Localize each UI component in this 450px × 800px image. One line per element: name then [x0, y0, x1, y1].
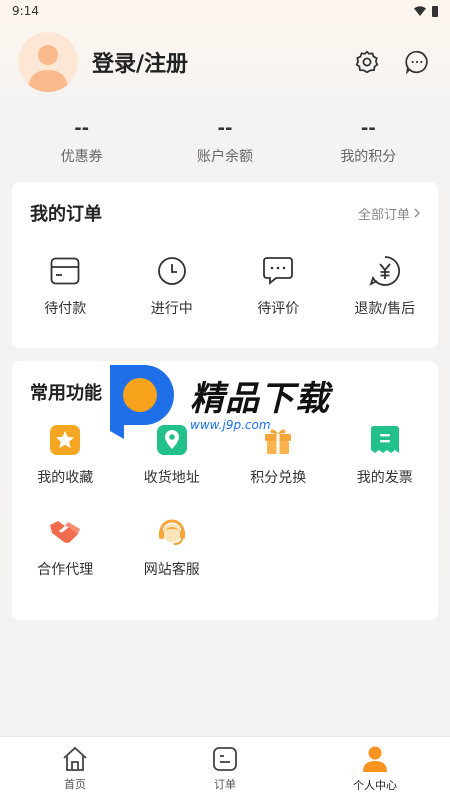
tab-label: 个人中心 — [353, 778, 397, 792]
order-refund-aftersale[interactable]: 退款/售后 — [332, 244, 439, 324]
function-label: 收货地址 — [143, 470, 200, 486]
order-status-grid: 待付款 进行中 待评价 退款/售后 — [12, 244, 438, 324]
stat-balance[interactable]: -- 账户余额 — [153, 118, 296, 166]
stat-points[interactable]: -- 我的积分 — [297, 118, 440, 166]
home-icon — [63, 746, 87, 771]
my-orders-header: 我的订单 全部订单 — [12, 182, 438, 244]
order-status-label: 待付款 — [44, 301, 87, 317]
profile-header: 登录/注册 — [18, 30, 432, 94]
watermark-logo-icon — [110, 365, 174, 439]
settings-button[interactable] — [352, 47, 382, 77]
order-in-progress[interactable]: 进行中 — [119, 244, 226, 324]
watermark-url: www.j9p.com — [190, 417, 271, 432]
order-pending-payment[interactable]: 待付款 — [12, 244, 119, 324]
invoice-icon — [368, 423, 402, 457]
stat-coupons[interactable]: -- 优惠券 — [10, 118, 153, 166]
avatar[interactable] — [18, 32, 78, 92]
avatar-placeholder-icon — [28, 45, 68, 92]
status-icons — [414, 5, 438, 17]
cooperation-agent[interactable]: 合作代理 — [12, 515, 119, 607]
function-label: 网站客服 — [143, 562, 200, 578]
chat-dots-icon — [261, 254, 295, 288]
yuan-refund-icon — [368, 254, 402, 288]
stat-value: -- — [217, 118, 233, 139]
watermark-text: 精品下载 www.j9p.com — [190, 371, 330, 432]
wifi-icon — [414, 6, 426, 16]
bottom-tab-bar: 首页 订单 个人中心 — [0, 736, 450, 800]
status-time: 9:14 — [12, 4, 39, 18]
chevron-right-icon — [414, 208, 420, 218]
handshake-icon — [48, 515, 82, 549]
user-icon — [363, 746, 387, 772]
message-bubble-icon — [405, 50, 428, 75]
watermark-title: 精品下载 — [190, 378, 330, 419]
order-to-review[interactable]: 待评价 — [225, 244, 332, 324]
wallet-card-icon — [48, 254, 82, 288]
stat-value: -- — [74, 118, 90, 139]
clock-icon — [155, 254, 189, 288]
tab-profile[interactable]: 个人中心 — [300, 737, 450, 800]
my-orders-card: 我的订单 全部订单 待付款 进行中 待评价 退款/售后 — [12, 182, 438, 348]
tab-orders[interactable]: 订单 — [150, 737, 300, 800]
common-functions-grid: 我的收藏 收货地址 积分兑换 我的发票 合作代理 网站客服 — [12, 423, 438, 607]
stat-label: 我的积分 — [340, 149, 397, 165]
star-icon — [48, 423, 82, 457]
account-stats: -- 优惠券 -- 账户余额 -- 我的积分 — [10, 118, 440, 166]
gear-icon — [355, 50, 379, 74]
login-register-link[interactable]: 登录/注册 — [92, 46, 332, 78]
tab-label: 订单 — [214, 777, 236, 791]
stat-value: -- — [360, 118, 376, 139]
stat-label: 优惠券 — [60, 149, 103, 165]
my-orders-title: 我的订单 — [30, 204, 102, 225]
function-label: 合作代理 — [37, 562, 94, 578]
function-label: 积分兑换 — [250, 470, 307, 486]
tab-home[interactable]: 首页 — [0, 737, 150, 800]
order-icon — [213, 746, 237, 771]
messages-button[interactable] — [402, 47, 432, 77]
function-label: 我的发票 — [356, 470, 413, 486]
order-status-label: 进行中 — [150, 301, 193, 317]
status-bar: 9:14 — [0, 0, 450, 22]
function-label: 我的收藏 — [37, 470, 94, 486]
stat-label: 账户余额 — [196, 149, 253, 165]
order-status-label: 待评价 — [257, 301, 300, 317]
all-orders-link[interactable]: 全部订单 — [358, 204, 420, 223]
order-status-label: 退款/售后 — [354, 301, 416, 317]
headset-icon — [155, 515, 189, 549]
common-functions-title: 常用功能 — [30, 383, 102, 404]
all-orders-label: 全部订单 — [357, 207, 410, 223]
tab-label: 首页 — [64, 777, 86, 791]
battery-icon — [432, 5, 438, 17]
watermark-overlay: 精品下载 www.j9p.com — [100, 358, 360, 444]
site-customer-service[interactable]: 网站客服 — [119, 515, 226, 607]
